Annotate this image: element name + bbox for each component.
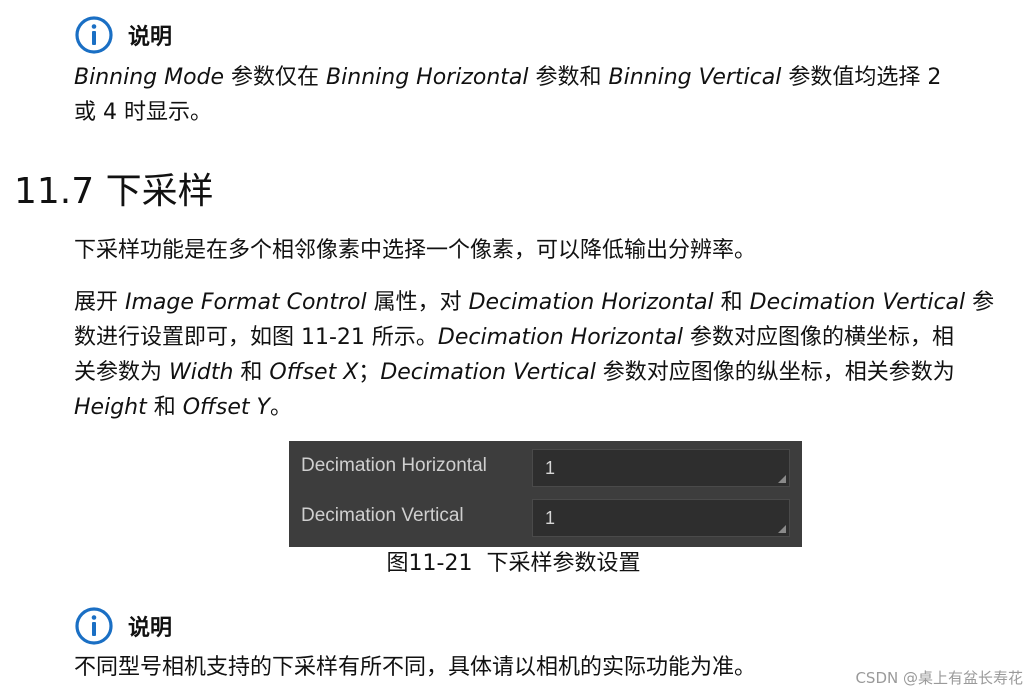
- text-run: 参数值均选择 2: [781, 65, 942, 90]
- text-run: 参数仅在: [224, 65, 327, 90]
- text-run: 参数对应图像的纵坐标，相关参数为: [595, 360, 955, 385]
- text-run: 和: [146, 395, 183, 420]
- figure-caption: 图11-21 下采样参数设置: [386, 551, 641, 576]
- param-name: Binning Horizontal: [326, 65, 529, 90]
- paragraph-line: 数进行设置即可，如图 11-21 所示。Decimation Horizonta…: [74, 320, 954, 355]
- decimation-horizontal-label: Decimation Horizontal: [301, 455, 487, 476]
- section-heading: 11.7 下采样: [14, 171, 214, 212]
- text-run: 和: [713, 290, 750, 315]
- paragraph-line: 关参数为 Width 和 Offset X；Decimation Vertica…: [74, 355, 955, 390]
- param-name: Width: [169, 360, 234, 385]
- decimation-vertical-field[interactable]: 1: [532, 499, 790, 537]
- note-header: 说明: [74, 606, 172, 646]
- param-name: Height: [74, 395, 147, 420]
- info-icon: [75, 16, 113, 54]
- info-icon: [75, 607, 113, 645]
- paragraph-line: 展开 Image Format Control 属性，对 Decimation …: [74, 285, 994, 320]
- param-name: Decimation Vertical: [749, 290, 966, 315]
- text-run: 关参数为: [74, 360, 169, 385]
- param-name: Binning Vertical: [608, 65, 782, 90]
- note-header: 说明: [74, 15, 172, 55]
- param-name: Decimation Horizontal: [468, 290, 714, 315]
- text-run: 属性，对: [366, 290, 469, 315]
- text-run: 参数对应图像的横坐标，相: [682, 325, 954, 350]
- param-name: Image Format Control: [125, 290, 367, 315]
- text-run: 参数和: [528, 65, 609, 90]
- text-run: 展开: [74, 290, 125, 315]
- decimation-vertical-value: 1: [545, 508, 556, 528]
- note-text-line: 或 4 时显示。: [74, 100, 212, 125]
- resize-grip-icon: [778, 525, 786, 533]
- decimation-horizontal-value: 1: [545, 458, 556, 478]
- resize-grip-icon: [778, 475, 786, 483]
- note-title: 说明: [128, 25, 173, 50]
- param-name: Offset X: [269, 360, 359, 385]
- text-run: 和: [233, 360, 270, 385]
- decimation-horizontal-field[interactable]: 1: [532, 449, 790, 487]
- decimation-horizontal-row: Decimation Horizontal 1: [289, 441, 802, 491]
- text-run: 参: [965, 290, 995, 315]
- decimation-vertical-row: Decimation Vertical 1: [289, 491, 802, 541]
- param-name: Binning Mode: [74, 65, 225, 90]
- note-text: 不同型号相机支持的下采样有所不同，具体请以相机的实际功能为准。: [74, 655, 757, 680]
- note-text-line: Binning Mode 参数仅在 Binning Horizontal 参数和…: [74, 60, 941, 95]
- watermark: CSDN @桌上有盆长寿花: [855, 669, 1023, 687]
- text-run: ；: [358, 360, 381, 385]
- decimation-settings-panel: Decimation Horizontal 1 Decimation Verti…: [289, 441, 802, 547]
- param-name: Offset Y: [182, 395, 270, 420]
- param-name: Decimation Horizontal: [437, 325, 683, 350]
- paragraph: 下采样功能是在多个相邻像素中选择一个像素，可以降低输出分辨率。: [74, 238, 757, 263]
- paragraph-line: Height 和 Offset Y。: [74, 390, 292, 425]
- decimation-vertical-label: Decimation Vertical: [301, 505, 464, 526]
- note-title: 说明: [128, 616, 173, 641]
- text-run: 数进行设置即可，如图 11-21 所示。: [74, 325, 438, 350]
- text-run: 。: [269, 395, 292, 420]
- param-name: Decimation Vertical: [380, 360, 596, 385]
